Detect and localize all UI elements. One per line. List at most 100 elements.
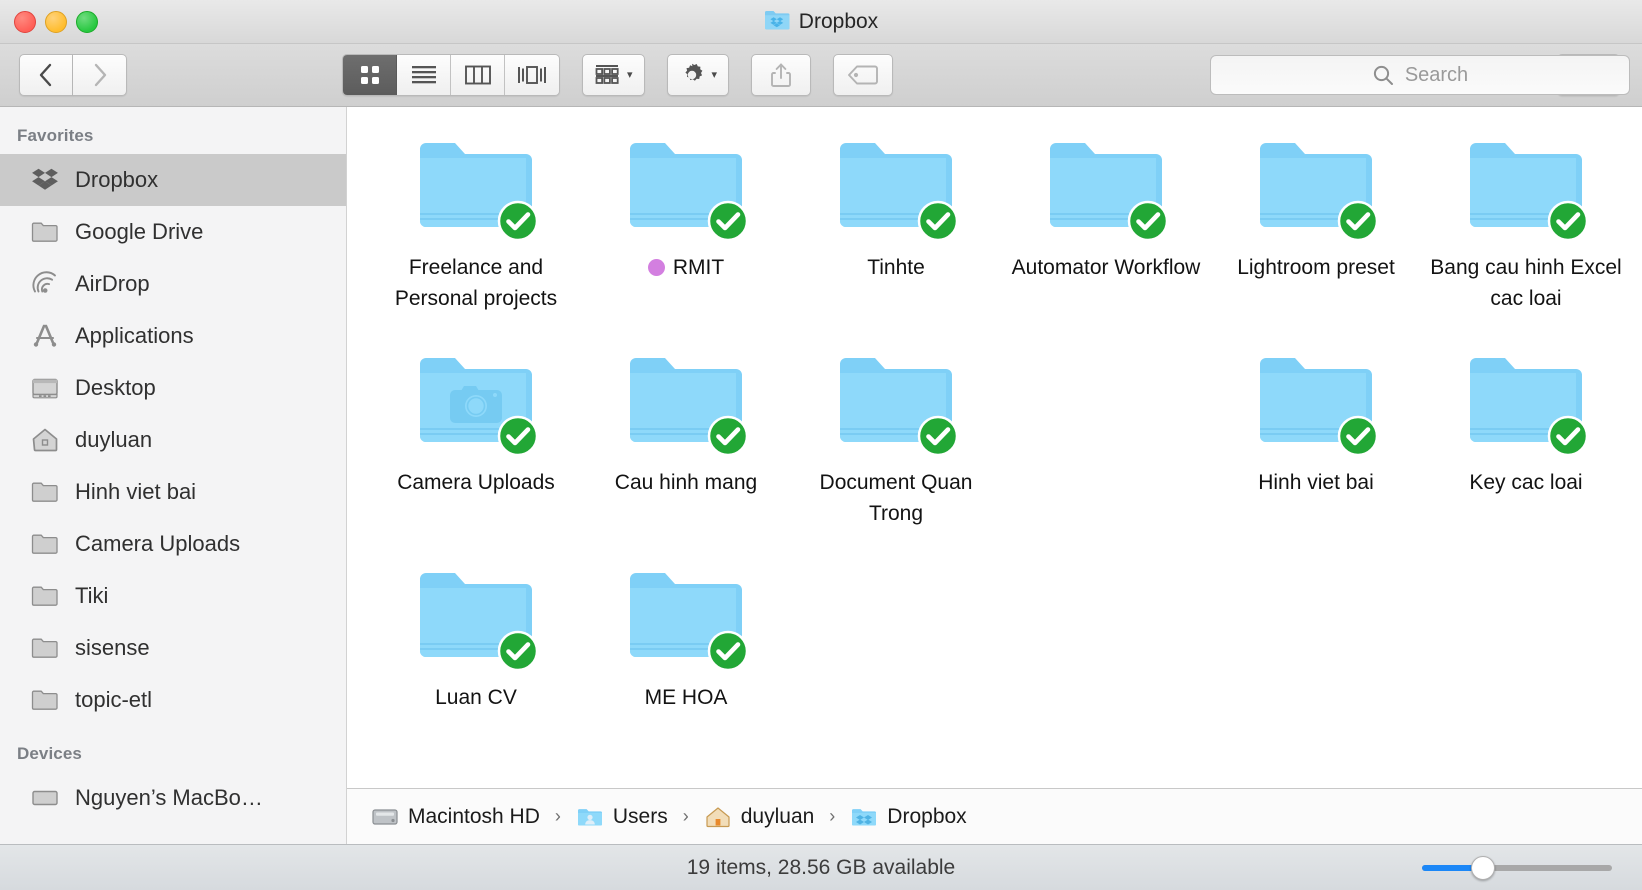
icon-view-button[interactable] (343, 55, 397, 95)
chevron-right-icon (94, 63, 106, 87)
sync-check-badge (707, 200, 749, 242)
share-icon (771, 63, 792, 87)
window-title: Dropbox (764, 8, 878, 35)
grid-item-label: Cau hinh mang (614, 471, 758, 494)
users-folder-icon (577, 808, 602, 825)
dropbox-logo-icon (30, 165, 60, 195)
grid-item[interactable]: ME HOA (581, 559, 791, 774)
sync-check-badge (497, 415, 539, 457)
grid-item[interactable]: Freelance and Personal projects (371, 129, 581, 344)
slider-knob[interactable] (1470, 855, 1495, 880)
folder-icon (1464, 350, 1589, 457)
path-bar: Macintosh HD › Users › duyluan › Dropbox (347, 788, 1642, 844)
grid-item[interactable]: Cau hinh mang (581, 344, 791, 559)
forward-button[interactable] (73, 54, 127, 96)
arrange-grid-icon (595, 65, 619, 84)
grid-item[interactable]: Bang cau hinh Excel cac loai (1421, 129, 1631, 344)
title-bar: Dropbox (0, 0, 1642, 44)
minimize-button[interactable] (45, 11, 67, 33)
folder-icon (624, 350, 749, 457)
grid-item[interactable]: Lightroom preset (1211, 129, 1421, 344)
sidebar-item-dropbox[interactable]: Dropbox (0, 154, 346, 206)
sidebar-item-topic-etl[interactable]: topic-etl (0, 674, 346, 726)
sidebar-item-label: topic-etl (75, 687, 153, 712)
folder-icon (30, 685, 60, 715)
grid-item[interactable]: Hinh viet bai (1211, 344, 1421, 559)
grid-item[interactable]: Key cac loai (1421, 344, 1631, 559)
tags-button[interactable] (833, 54, 894, 96)
share-button[interactable] (751, 54, 812, 96)
breadcrumb-separator: › (682, 806, 689, 826)
airdrop-icon (30, 269, 60, 299)
grid-icon (360, 66, 379, 84)
sidebar-item-duyluan[interactable]: duyluan (0, 414, 346, 466)
dropbox-folder-icon (852, 808, 877, 825)
breadcrumb-duyluan[interactable]: duyluan (704, 804, 815, 829)
breadcrumb-dropbox[interactable]: Dropbox (850, 804, 967, 829)
grid-item[interactable]: Luan CV (371, 559, 581, 774)
sidebar-item-tiki[interactable]: Tiki (0, 570, 346, 622)
dropbox-folder-icon (764, 8, 790, 35)
window-body: Favorites Dropbox Google Drive AirDrop A… (0, 107, 1642, 844)
sidebar-item-desktop[interactable]: Desktop (0, 362, 346, 414)
sidebar-item-camera-uploads[interactable]: Camera Uploads (0, 518, 346, 570)
back-button[interactable] (19, 54, 73, 96)
grid-item[interactable]: Tinhte (791, 129, 1001, 344)
home-icon (706, 806, 730, 827)
search-field[interactable]: Search (1210, 55, 1630, 95)
sidebar-item-macbook[interactable]: Nguyen’s MacBo… (0, 772, 346, 824)
sidebar-item-label: sisense (75, 635, 150, 660)
breadcrumb-users[interactable]: Users (576, 805, 668, 829)
gear-icon (684, 63, 702, 81)
close-button[interactable] (14, 11, 36, 33)
breadcrumb-separator: › (829, 806, 836, 826)
tag-icon (848, 65, 879, 85)
folder-icon (30, 477, 60, 507)
breadcrumb-macintosh-hd[interactable]: Macintosh HD (371, 805, 540, 829)
grid-item-label: Automator Workflow (1011, 256, 1201, 279)
applications-icon (30, 321, 60, 351)
icon-grid[interactable]: Freelance and Personal projects RMIT Tin… (347, 107, 1642, 788)
icon-size-slider[interactable] (1422, 855, 1612, 880)
arrange-button[interactable]: ▾ (582, 54, 645, 96)
chevron-down-icon: ▾ (711, 68, 718, 81)
breadcrumb-label: duyluan (740, 804, 815, 828)
breadcrumb-label: Users (612, 804, 668, 828)
list-view-button[interactable] (397, 55, 451, 95)
sidebar-item-hinh-viet-bai[interactable]: Hinh viet bai (0, 466, 346, 518)
sidebar-item-applications[interactable]: Applications (0, 310, 346, 362)
toolbar: ▾ ▾ Search (0, 44, 1642, 107)
folder-icon (624, 565, 749, 672)
finder-window: Dropbox ▾ ▾ Search Favorites Dropbox Goo… (0, 0, 1642, 890)
column-view-button[interactable] (451, 55, 505, 95)
grid-item[interactable]: Automator Workflow (1001, 129, 1211, 344)
sidebar-item-airdrop[interactable]: AirDrop (0, 258, 346, 310)
content-area: Freelance and Personal projects RMIT Tin… (347, 107, 1642, 844)
breadcrumb-label: Dropbox (887, 804, 967, 828)
folder-icon (834, 135, 959, 242)
folder-icon (1044, 135, 1169, 242)
sidebar-item-label: Hinh viet bai (75, 479, 197, 504)
zoom-button[interactable] (76, 11, 98, 33)
grid-item[interactable]: Document Quan Trong (791, 344, 1001, 559)
sidebar-item-label: Desktop (75, 375, 156, 400)
sidebar-item-label: Google Drive (75, 219, 204, 244)
grid-item[interactable]: RMIT (581, 129, 791, 344)
sidebar-item-sisense[interactable]: sisense (0, 622, 346, 674)
sidebar-item-label: Tiki (75, 583, 109, 608)
sidebar-item-label: AirDrop (75, 271, 150, 296)
action-menu-button[interactable]: ▾ (666, 54, 730, 96)
sync-check-badge (497, 200, 539, 242)
sync-check-badge (497, 630, 539, 672)
sidebar-item-google-drive[interactable]: Google Drive (0, 206, 346, 258)
gallery-view-button[interactable] (505, 55, 559, 95)
folder-icon (30, 581, 60, 611)
folder-icon (834, 350, 959, 457)
folder-icon (1254, 350, 1379, 457)
grid-item-label: RMIT (647, 253, 724, 284)
folder-icon (414, 135, 539, 242)
grid-item[interactable]: Camera Uploads (371, 344, 581, 559)
grid-item-label: Hinh viet bai (1258, 471, 1374, 494)
sync-check-badge (1127, 200, 1169, 242)
search-placeholder: Search (1404, 63, 1469, 86)
